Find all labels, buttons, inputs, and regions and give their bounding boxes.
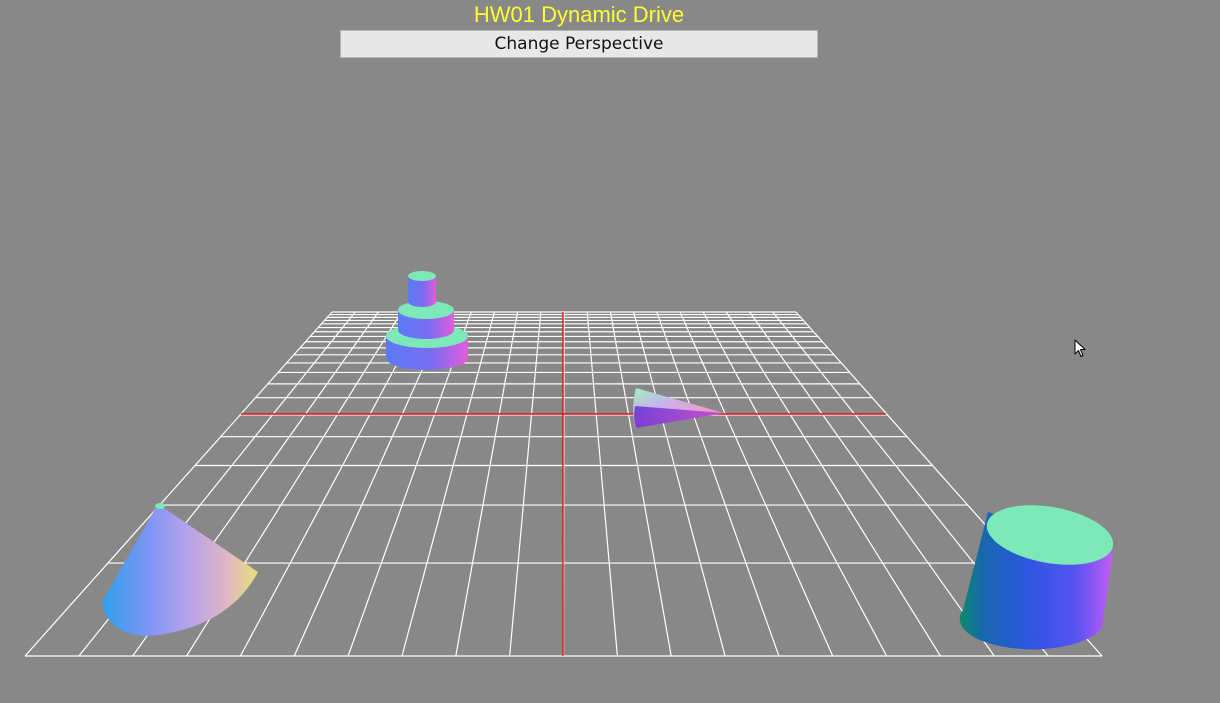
scene-canvas[interactable] bbox=[0, 0, 1220, 703]
grid-line bbox=[633, 311, 726, 657]
grid-line bbox=[455, 311, 519, 657]
app-title: HW01 Dynamic Drive bbox=[473, 2, 685, 27]
change-perspective-button[interactable]: Change Perspective bbox=[340, 30, 818, 58]
grid-line bbox=[509, 311, 542, 657]
small-cone bbox=[633, 388, 724, 428]
grid-line bbox=[586, 311, 618, 657]
grid-line bbox=[749, 311, 995, 657]
arrow-pointer-icon bbox=[1074, 339, 1086, 357]
grid-line bbox=[609, 311, 672, 657]
grid-line bbox=[656, 311, 780, 657]
grid-line bbox=[702, 311, 888, 657]
large-cone bbox=[102, 503, 258, 636]
grid-line bbox=[725, 311, 941, 657]
grid-line bbox=[679, 311, 834, 657]
cylinder bbox=[959, 505, 1114, 650]
render-viewport[interactable]: HW01 Dynamic Drive Change Perspective bbox=[0, 0, 1220, 703]
axis-lines bbox=[241, 312, 886, 656]
